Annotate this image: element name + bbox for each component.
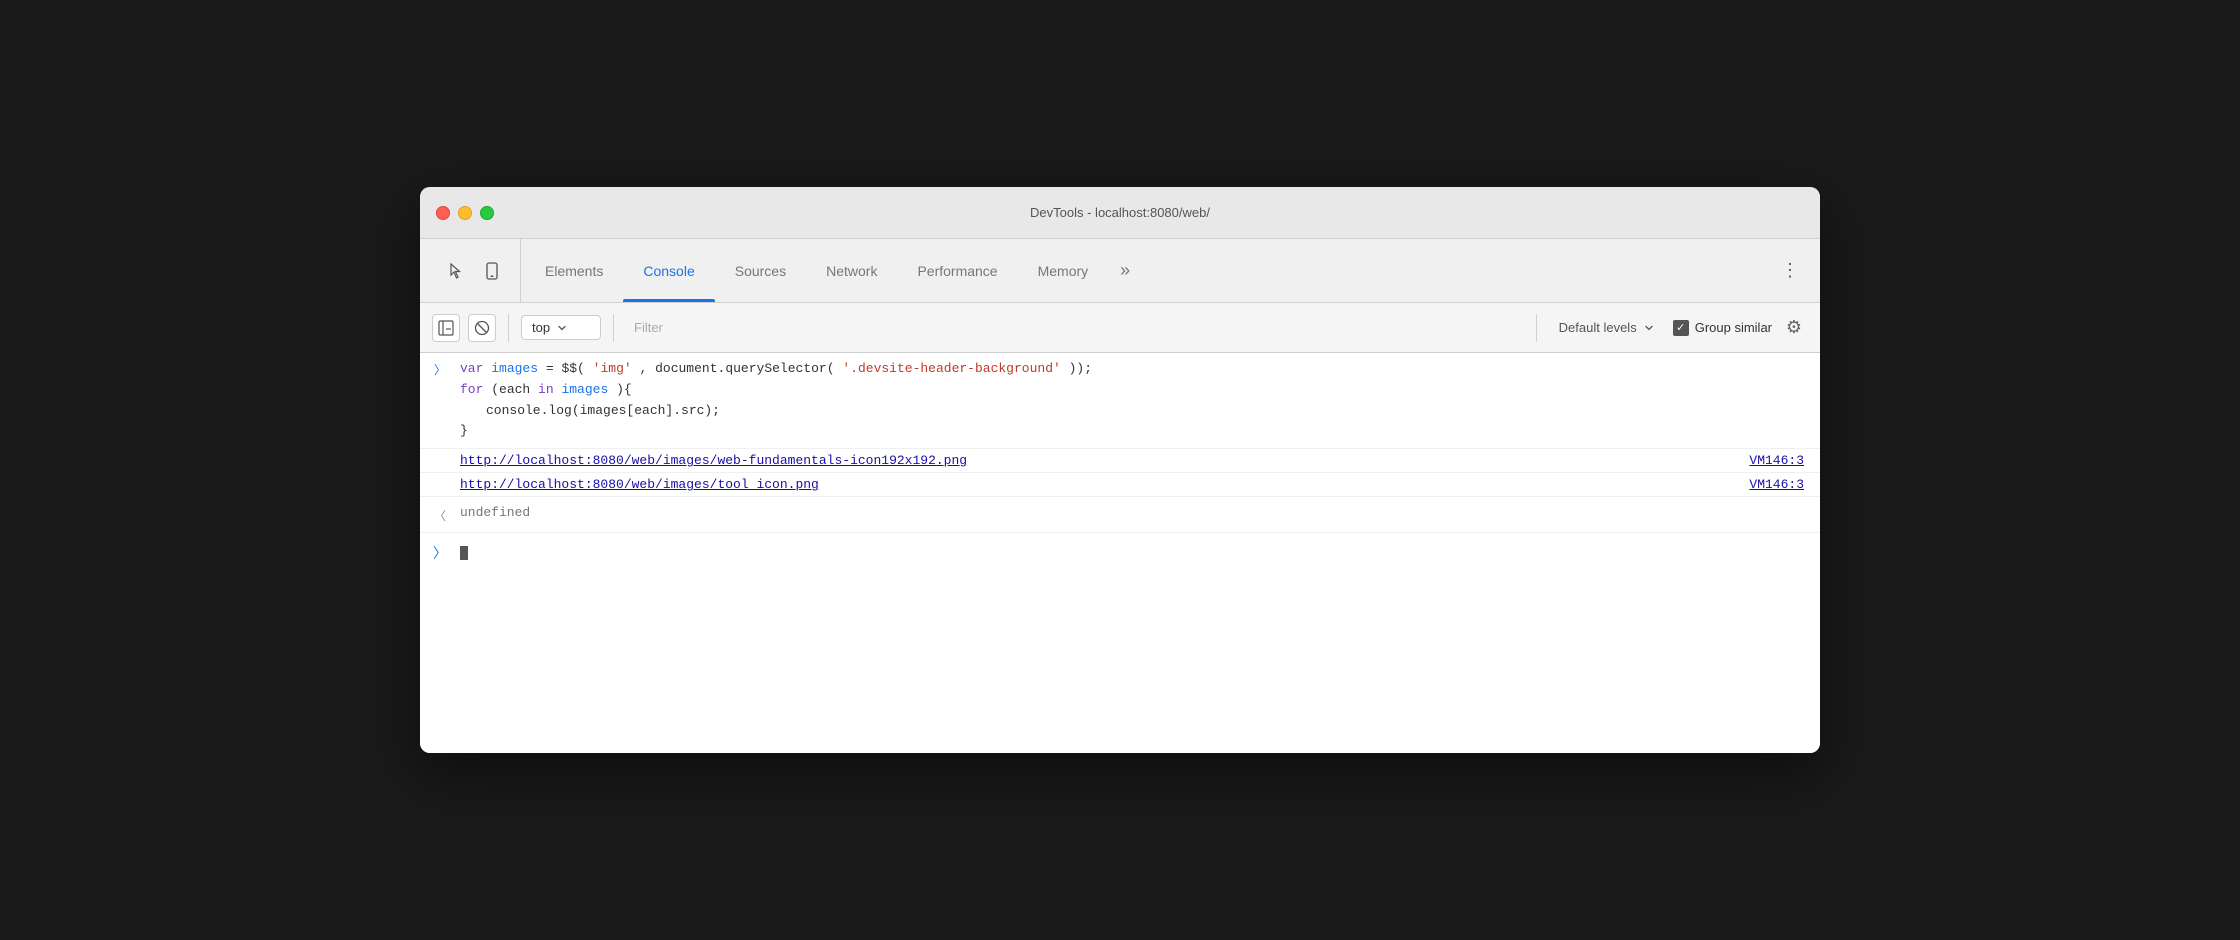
devtools-menu-button[interactable]: ⋮ (1769, 239, 1812, 302)
toolbar-icons (428, 239, 521, 302)
clear-console-button[interactable] (468, 314, 496, 342)
console-link-row-1: http://localhost:8080/web/images/web-fun… (420, 449, 1820, 473)
code-line-4: } (460, 421, 1804, 442)
code-content: var images = $$( 'img' , document.queryS… (460, 359, 1820, 442)
code-line-1: var images = $$( 'img' , document.queryS… (460, 359, 1804, 380)
console-source-2[interactable]: VM146:3 (1749, 477, 1820, 492)
cursor-icon (446, 261, 466, 281)
toolbar-divider-2 (613, 314, 614, 342)
log-levels-button[interactable]: Default levels (1549, 316, 1665, 339)
code-line-2: for (each in images ){ (460, 380, 1804, 401)
input-arrow: 〉 (420, 359, 460, 442)
tab-bar: Elements Console Sources Network Perform… (420, 239, 1820, 303)
tab-memory[interactable]: Memory (1018, 239, 1109, 302)
devtools-window: DevTools - localhost:8080/web/ Elements … (420, 187, 1820, 753)
dropdown-arrow-icon (556, 322, 568, 334)
console-source-1[interactable]: VM146:3 (1749, 453, 1820, 468)
window-title: DevTools - localhost:8080/web/ (1030, 205, 1210, 220)
tab-console[interactable]: Console (623, 239, 714, 302)
tab-sources[interactable]: Sources (715, 239, 806, 302)
string-img: 'img' (593, 361, 632, 376)
cursor-blink (460, 546, 468, 560)
filter-input[interactable] (626, 316, 1524, 339)
block-icon (474, 320, 490, 336)
show-console-button[interactable] (432, 314, 460, 342)
context-selector[interactable]: top (521, 315, 601, 340)
device-toggle-button[interactable] (476, 255, 508, 287)
maximize-button[interactable] (480, 206, 494, 220)
sidebar-icon (438, 320, 454, 336)
minimize-button[interactable] (458, 206, 472, 220)
toolbar-divider-1 (508, 314, 509, 342)
checkbox-checked-icon: ✓ (1673, 320, 1689, 336)
vertical-dots-icon: ⋮ (1781, 260, 1800, 281)
var-images: images (491, 361, 538, 376)
prompt-arrow: 〉 (420, 543, 460, 563)
output-arrow: 〈 (420, 505, 460, 524)
console-toolbar: top Default levels ✓ Group similar ⚙ (420, 303, 1820, 353)
var-images-2: images (561, 382, 608, 397)
console-link-row-2: http://localhost:8080/web/images/tool_ic… (420, 473, 1820, 497)
console-undefined-row: 〈 undefined (420, 497, 1820, 533)
keyword-var: var (460, 361, 483, 376)
console-output: 〉 var images = $$( 'img' , document.quer… (420, 353, 1820, 753)
tab-network[interactable]: Network (806, 239, 897, 302)
group-similar-toggle[interactable]: ✓ Group similar (1673, 320, 1772, 336)
string-selector: '.devsite-header-background' (842, 361, 1060, 376)
code-line-3: console.log(images[each].src); (486, 401, 1804, 422)
chevron-right-icon: » (1120, 260, 1130, 281)
keyword-in: in (538, 382, 554, 397)
tab-performance[interactable]: Performance (897, 239, 1017, 302)
console-link-1[interactable]: http://localhost:8080/web/images/web-fun… (460, 453, 967, 468)
tab-elements[interactable]: Elements (525, 239, 623, 302)
close-button[interactable] (436, 206, 450, 220)
inspect-element-button[interactable] (440, 255, 472, 287)
console-prompt-row[interactable]: 〉 (420, 533, 1820, 573)
traffic-lights (436, 206, 494, 220)
toolbar-divider-3 (1536, 314, 1537, 342)
console-entry-code: 〉 var images = $$( 'img' , document.quer… (420, 353, 1820, 449)
titlebar: DevTools - localhost:8080/web/ (420, 187, 1820, 239)
console-link-2[interactable]: http://localhost:8080/web/images/tool_ic… (460, 477, 819, 492)
settings-button[interactable]: ⚙ (1780, 314, 1808, 342)
gear-icon: ⚙ (1786, 317, 1802, 338)
mobile-icon (482, 261, 502, 281)
levels-arrow-icon (1643, 322, 1655, 334)
keyword-for: for (460, 382, 483, 397)
more-tabs-button[interactable]: » (1108, 239, 1142, 302)
undefined-value: undefined (460, 505, 530, 524)
